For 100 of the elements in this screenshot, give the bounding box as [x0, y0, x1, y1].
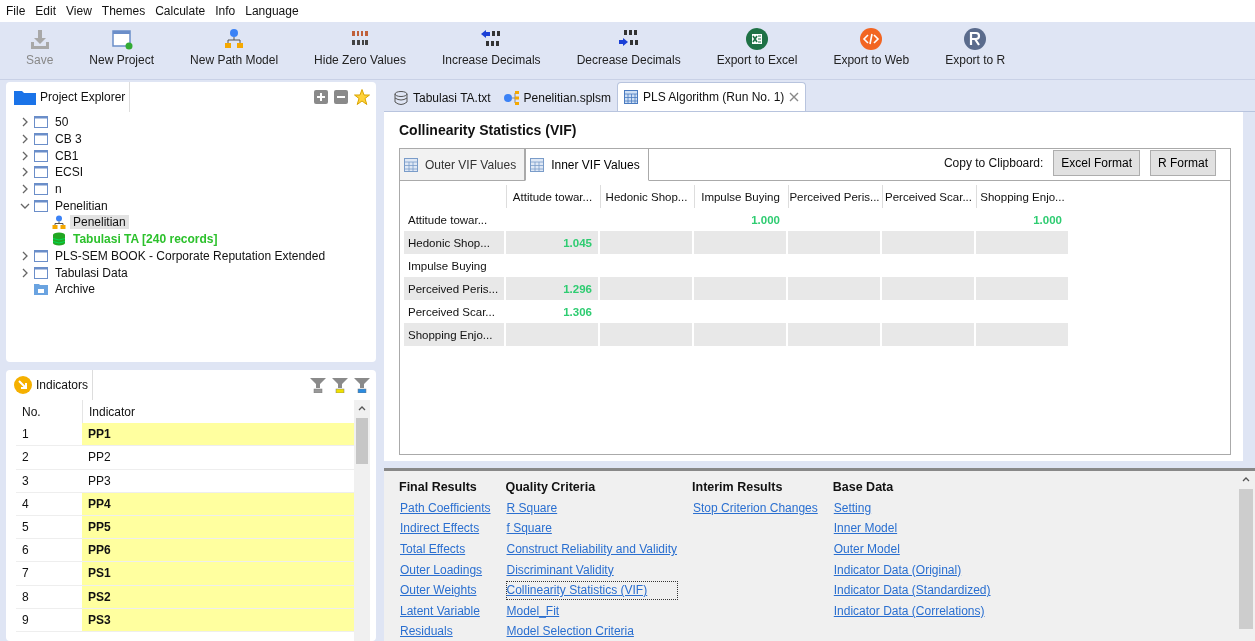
report-link[interactable]: Indicator Data (Correlations)	[832, 601, 992, 621]
report-link[interactable]: Discriminant Validity	[505, 560, 679, 580]
report-link[interactable]: Stop Criterion Changes	[692, 498, 819, 518]
code-icon	[860, 28, 883, 50]
report-link[interactable]: Construct Reliability and Validity	[505, 540, 679, 559]
editor-tab[interactable]: PLS Algorithm (Run No. 1)	[616, 82, 807, 111]
report-link[interactable]: Indicator Data (Original)	[832, 560, 992, 580]
panel-tab-label[interactable]: Indicators	[36, 378, 89, 392]
report-link[interactable]: R Square	[505, 498, 679, 518]
chevron-right-icon[interactable]	[20, 167, 30, 178]
indicator-cell[interactable]: PP5	[82, 515, 354, 539]
toolbar-button[interactable]: Export to R	[935, 28, 1016, 67]
report-link[interactable]: Residuals	[399, 622, 492, 641]
hierarchy-icon	[52, 215, 66, 230]
panel-tab-label[interactable]: Project Explorer	[40, 90, 126, 104]
report-link[interactable]: Outer Weights	[399, 581, 492, 600]
column-header: Hedonic Shop...	[600, 185, 692, 208]
report-tab[interactable]: Outer VIF Values	[400, 149, 526, 180]
table-cell: 1.045	[506, 231, 598, 254]
toolbar-button[interactable]: New Path Model	[180, 28, 289, 67]
menu-item[interactable]: Themes	[101, 4, 153, 18]
report-link[interactable]: Outer Loadings	[399, 560, 492, 580]
scrollbar[interactable]	[354, 400, 370, 641]
clipboard-label: Copy to Clipboard:	[943, 156, 1044, 170]
tree-item[interactable]: n	[52, 182, 65, 197]
indicator-cell[interactable]: PS1	[82, 562, 354, 585]
toolbar-button[interactable]: Export to Web	[823, 28, 920, 67]
row-number: 6	[21, 543, 30, 558]
chevron-right-icon[interactable]	[20, 184, 30, 195]
toolbar-button[interactable]: Hide Zero Values	[304, 28, 416, 67]
scroll-thumb[interactable]	[1239, 488, 1253, 629]
report-link[interactable]: Latent Variable	[399, 601, 492, 621]
menu-item[interactable]: Edit	[35, 4, 64, 18]
indicator-cell[interactable]: PP4	[82, 492, 354, 515]
tree-item[interactable]: ECSI	[52, 165, 86, 180]
report-tab[interactable]: Inner VIF Values	[525, 149, 649, 181]
report-link[interactable]: Indirect Effects	[399, 519, 492, 539]
report-link[interactable]: Inner Model	[832, 519, 992, 539]
tree-item[interactable]: 50	[52, 115, 72, 130]
menu-item[interactable]: Calculate	[155, 4, 213, 18]
chevron-right-icon[interactable]	[20, 150, 30, 161]
indicator-cell[interactable]: PP6	[82, 539, 354, 562]
report-link[interactable]: Indicator Data (Standardized)	[832, 581, 992, 600]
editor-tab[interactable]: Penelitian.splsm	[496, 85, 617, 111]
table-icon	[530, 157, 545, 172]
nodes-icon	[502, 91, 519, 105]
row-number: 5	[21, 520, 30, 535]
editor-tab[interactable]: Tabulasi TA.txt	[388, 85, 497, 111]
report-link[interactable]: Total Effects	[399, 540, 492, 559]
toolbar-button[interactable]: New Project	[79, 28, 165, 67]
indicator-cell[interactable]: PS3	[82, 608, 354, 631]
report-link[interactable]: Path Coefficients	[399, 498, 492, 518]
column-header: Perceived Peris...	[788, 185, 880, 208]
indicator-cell[interactable]: PP3	[82, 469, 354, 492]
spreadsheet-icon	[746, 28, 768, 50]
window-icon	[110, 28, 133, 50]
row-header: Impulse Buying	[407, 258, 488, 274]
row-number: 1	[21, 427, 30, 442]
chevron-right-icon[interactable]	[20, 117, 30, 128]
tree-item[interactable]: CB 3	[52, 132, 85, 147]
indicator-cell[interactable]: PP1	[82, 423, 354, 446]
table-cell-text: 1.306	[562, 304, 593, 320]
menu-item[interactable]: Language	[245, 4, 306, 18]
menu-item[interactable]: Info	[215, 4, 243, 18]
menu-item[interactable]: View	[66, 4, 99, 18]
tree-item[interactable]: Tabulasi Data	[52, 265, 131, 280]
copy-button[interactable]: Excel Format	[1053, 150, 1140, 176]
report-link[interactable]: f Square	[505, 519, 679, 539]
window-icon	[34, 133, 48, 146]
tree-item[interactable]: CB1	[52, 148, 82, 163]
section-heading: Interim Results	[692, 479, 784, 494]
report-link[interactable]: Setting	[832, 498, 992, 518]
tree-item[interactable]: Archive	[52, 282, 98, 297]
scroll-up-icon[interactable]	[1242, 475, 1250, 482]
toolbar-button[interactable]: Export to Excel	[706, 28, 808, 67]
chevron-right-icon[interactable]	[20, 134, 30, 145]
tree-item[interactable]: Penelitian	[70, 215, 129, 230]
chevron-right-icon[interactable]	[20, 267, 30, 278]
r-logo-icon	[964, 28, 987, 50]
report-link[interactable]: Model_Fit	[505, 601, 679, 621]
scroll-thumb[interactable]	[356, 418, 368, 464]
indicator-cell[interactable]: PS2	[82, 585, 354, 608]
database-icon	[52, 232, 66, 247]
indicator-cell[interactable]: PP2	[82, 446, 354, 469]
report-link[interactable]: Outer Model	[832, 540, 992, 559]
folder-icon	[14, 89, 36, 105]
chevron-right-icon[interactable]	[20, 250, 30, 261]
report-link[interactable]: Collinearity Statistics (VIF)	[505, 581, 679, 600]
row-number: 3	[21, 473, 30, 488]
column-header: Impulse Buying	[694, 185, 786, 208]
copy-button[interactable]: R Format	[1150, 150, 1216, 176]
menu-item[interactable]: File	[6, 4, 33, 18]
toolbar-button[interactable]: Decrease Decimals	[566, 28, 691, 67]
tree-item[interactable]: PLS-SEM BOOK - Corporate Reputation Extended	[52, 248, 329, 263]
scroll-up-icon[interactable]	[358, 405, 366, 411]
tree-item[interactable]: Penelitian	[52, 198, 111, 213]
window-icon	[34, 183, 48, 196]
table-cell-text: 1.000	[1032, 212, 1063, 228]
report-link[interactable]: Model Selection Criteria	[505, 622, 679, 641]
toolbar-button[interactable]: Increase Decimals	[431, 28, 551, 67]
